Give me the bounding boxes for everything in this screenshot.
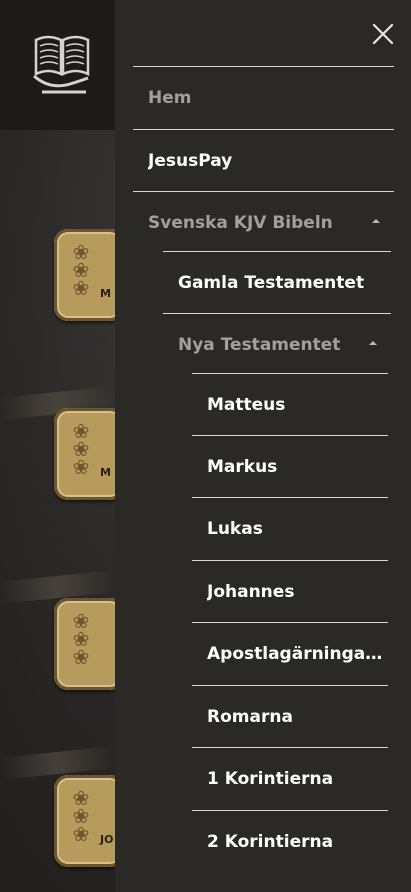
menu-item-gamla-testamentet[interactable]: Gamla Testamentet [163, 251, 391, 313]
collapse-caret-icon[interactable] [369, 341, 377, 345]
menu-item-apostlagarningarna[interactable]: Apostlagärningarna [192, 622, 388, 684]
flower-ornament-icon: ❀ ❀ ❀ [72, 609, 90, 669]
flower-ornament-icon: ❀ ❀ ❀ [72, 240, 90, 300]
book-card-label: M [100, 466, 111, 479]
menu-item-svenska-kjv-bibeln[interactable]: Svenska KJV Bibeln [133, 191, 394, 253]
menu-item-matteus[interactable]: Matteus [192, 373, 388, 435]
menu-item-jesuspay[interactable]: JesusPay [133, 129, 394, 191]
menu-item-1-korintierna[interactable]: 1 Korintierna [192, 747, 388, 809]
bible-hand-logo-icon[interactable] [30, 30, 94, 96]
background-header [0, 0, 115, 130]
navigation-drawer: Hem JesusPay Svenska KJV Bibeln Gamla Te… [115, 0, 411, 892]
menu-item-johannes[interactable]: Johannes [192, 560, 388, 622]
book-card[interactable]: ❀ ❀ ❀ M [54, 229, 124, 321]
book-card-label: JO [100, 833, 114, 846]
book-card-label: M [100, 287, 111, 300]
book-card[interactable]: ❀ ❀ ❀ M [54, 408, 124, 500]
book-card[interactable]: ❀ ❀ ❀ [54, 598, 124, 690]
close-icon[interactable] [368, 19, 398, 49]
menu-item-hem[interactable]: Hem [133, 66, 394, 128]
menu-item-nya-testamentet[interactable]: Nya Testamentet [163, 313, 391, 375]
book-card[interactable]: ❀ ❀ ❀ JO [54, 775, 124, 867]
flower-ornament-icon: ❀ ❀ ❀ [72, 786, 90, 846]
menu-item-lukas[interactable]: Lukas [192, 497, 388, 559]
menu-item-romarna[interactable]: Romarna [192, 685, 388, 747]
menu-item-markus[interactable]: Markus [192, 435, 388, 497]
collapse-caret-icon[interactable] [372, 219, 380, 223]
menu-item-2-korintierna[interactable]: 2 Korintierna [192, 810, 388, 872]
flower-ornament-icon: ❀ ❀ ❀ [72, 419, 90, 479]
